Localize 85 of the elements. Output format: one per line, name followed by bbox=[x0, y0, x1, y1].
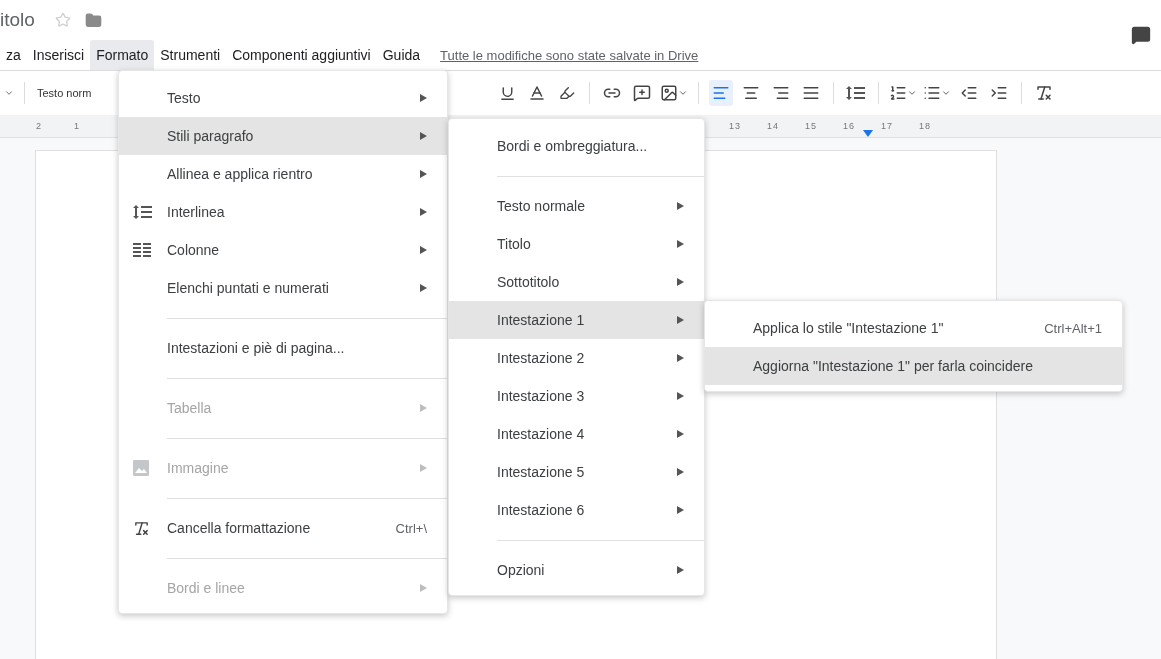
align-left-icon bbox=[712, 84, 730, 102]
menu-item[interactable]: Interlinea bbox=[119, 193, 447, 231]
menu-item[interactable]: Intestazione 6 bbox=[449, 491, 704, 529]
menu-item[interactable]: Intestazioni e piè di pagina... bbox=[119, 329, 447, 367]
columns-icon bbox=[133, 242, 151, 258]
bulleted-list-icon[interactable] bbox=[923, 84, 941, 102]
clear-formatting-icon[interactable] bbox=[1035, 84, 1053, 102]
menu-item[interactable]: Stili paragrafo bbox=[119, 117, 447, 155]
submenu-arrow-icon bbox=[677, 316, 684, 324]
submenu-arrow-icon bbox=[420, 584, 427, 592]
align-left-button[interactable] bbox=[709, 80, 733, 106]
menu-item[interactable]: Aggiorna "Intestazione 1" per farla coincidere bbox=[705, 347, 1122, 385]
text-color-icon[interactable] bbox=[528, 84, 546, 102]
menu-item[interactable]: Titolo bbox=[449, 225, 704, 263]
ruler-number: 13 bbox=[728, 121, 742, 131]
increase-indent-icon[interactable] bbox=[990, 84, 1008, 102]
menu-bar-item[interactable]: Inserisci bbox=[26, 40, 91, 70]
ruler-number: 18 bbox=[918, 121, 932, 131]
menu-bar-item[interactable]: Componenti aggiuntivi bbox=[226, 40, 377, 70]
menu-item[interactable]: Allinea e applica rientro bbox=[119, 155, 447, 193]
menu-item[interactable]: Cancella formattazione Ctrl+\ bbox=[119, 509, 447, 547]
menu-item[interactable]: Testo bbox=[119, 79, 447, 117]
submenu-arrow-icon bbox=[677, 392, 684, 400]
underline-icon[interactable] bbox=[498, 84, 516, 102]
highlighter-icon[interactable] bbox=[559, 85, 575, 101]
submenu-arrow-icon bbox=[677, 202, 684, 210]
ruler-number: 17 bbox=[880, 121, 894, 131]
add-comment-icon[interactable] bbox=[633, 84, 651, 102]
menu-bar-item[interactable]: za bbox=[0, 40, 27, 70]
submenu-arrow-icon bbox=[677, 240, 684, 248]
clear-formatting-icon bbox=[133, 520, 150, 537]
image-icon bbox=[133, 460, 149, 476]
ruler-number: 2 bbox=[35, 121, 43, 131]
submenu-arrow-icon bbox=[677, 506, 684, 514]
align-justify-icon bbox=[802, 84, 820, 102]
menu-item[interactable]: Opzioni bbox=[449, 551, 704, 589]
menu-item[interactable]: Bordi e ombreggiatura... bbox=[449, 127, 704, 165]
submenu-arrow-icon bbox=[420, 170, 427, 178]
menu-bar-item[interactable]: Guida bbox=[376, 40, 427, 70]
shortcut-label: Ctrl+Alt+1 bbox=[1044, 320, 1102, 336]
caret-icon[interactable] bbox=[678, 88, 688, 98]
submenu-arrow-icon bbox=[677, 278, 684, 286]
submenu-arrow-icon bbox=[677, 566, 684, 574]
line-spacing-icon bbox=[846, 85, 866, 101]
submenu-arrow-icon bbox=[420, 464, 427, 472]
ruler-number: 14 bbox=[766, 121, 780, 131]
submenu-arrow-icon bbox=[420, 208, 427, 216]
star-icon[interactable] bbox=[54, 12, 71, 28]
decrease-indent-icon[interactable] bbox=[960, 84, 978, 102]
image-icon[interactable] bbox=[660, 84, 678, 102]
save-status-link[interactable]: Tutte le modifiche sono state salvate in Drive bbox=[440, 47, 699, 63]
menu-item[interactable]: Intestazione 1 bbox=[449, 301, 704, 339]
menu-item[interactable]: Intestazione 5 bbox=[449, 453, 704, 491]
submenu-arrow-icon bbox=[420, 246, 427, 254]
numbered-list-icon[interactable] bbox=[889, 84, 907, 102]
align-center-icon bbox=[742, 84, 760, 102]
menu-item[interactable]: Testo normale bbox=[449, 187, 704, 225]
submenu-arrow-icon bbox=[677, 468, 684, 476]
ruler-number: 16 bbox=[842, 121, 856, 131]
submenu-arrow-icon bbox=[420, 132, 427, 140]
ruler-number: 1 bbox=[73, 121, 81, 131]
folder-icon[interactable] bbox=[84, 11, 102, 29]
caret-icon[interactable] bbox=[4, 88, 14, 98]
menu-item[interactable]: Sottotitolo bbox=[449, 263, 704, 301]
menu-bar-item[interactable]: Strumenti bbox=[154, 40, 227, 70]
comment-icon[interactable] bbox=[1131, 25, 1151, 45]
submenu-arrow-icon bbox=[420, 404, 427, 412]
submenu-arrow-icon bbox=[677, 354, 684, 362]
caret-icon[interactable] bbox=[941, 88, 951, 98]
menu-item[interactable]: Intestazione 2 bbox=[449, 339, 704, 377]
menu-item[interactable]: Elenchi puntati e numerati bbox=[119, 269, 447, 307]
menu-item[interactable]: Intestazione 4 bbox=[449, 415, 704, 453]
line-spacing-icon bbox=[133, 204, 153, 220]
document-title[interactable]: itolo bbox=[0, 9, 35, 31]
submenu-arrow-icon bbox=[420, 284, 427, 292]
shortcut-label: Ctrl+\ bbox=[395, 520, 427, 536]
ruler-number: 15 bbox=[804, 121, 818, 131]
submenu-arrow-icon bbox=[677, 430, 684, 438]
menu-item[interactable]: Intestazione 3 bbox=[449, 377, 704, 415]
menu-item[interactable]: Applica lo stile "Intestazione 1" Ctrl+Alt+1 bbox=[705, 309, 1122, 347]
submenu-arrow-icon bbox=[420, 94, 427, 102]
menu-item[interactable]: Colonne bbox=[119, 231, 447, 269]
caret-icon[interactable] bbox=[907, 88, 917, 98]
align-right-icon bbox=[772, 84, 790, 102]
menu-bar-item[interactable]: Formato bbox=[90, 40, 155, 70]
